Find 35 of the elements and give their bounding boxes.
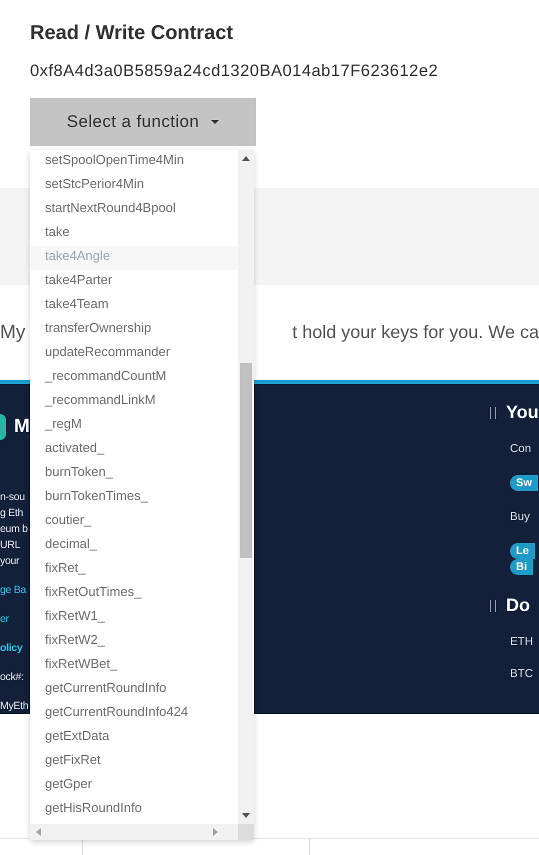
logo-text: M	[14, 416, 30, 438]
footer-text: ETH	[510, 636, 533, 648]
footer-text: MyEth	[0, 699, 28, 714]
footer-text: Buy	[510, 511, 530, 523]
dropdown-option[interactable]: setSpoolOpenTime4Min	[30, 150, 238, 174]
pill-link[interactable]: Sw	[510, 475, 538, 491]
footer-text: BTC	[510, 668, 533, 680]
contract-address: 0xf8A4d3a0B5859a24cd1320BA014ab17F623612e2	[30, 62, 438, 81]
footer-link[interactable]: ge Ba	[0, 582, 26, 598]
logo-icon	[0, 414, 6, 440]
footer-link[interactable]: er	[0, 611, 9, 627]
footer-heading: You	[506, 402, 539, 423]
pill-link[interactable]: Bi	[510, 559, 533, 575]
footer-text: ock#:	[0, 670, 24, 685]
notice-text: My	[0, 322, 26, 344]
contract-title: Read / Write Contract	[30, 22, 233, 45]
footer-text: URL	[0, 538, 20, 553]
scroll-right-icon[interactable]	[213, 828, 218, 836]
footer-heading: Do	[506, 595, 530, 616]
double-bar-icon	[490, 406, 496, 418]
scrollbar-thumb[interactable]	[240, 363, 252, 558]
double-bar-icon	[490, 600, 496, 612]
footer-text: g Eth	[0, 506, 24, 521]
footer-text: Con	[510, 443, 532, 455]
select-function-button[interactable]: Select a function	[30, 98, 256, 146]
footer-text: n-sou	[0, 490, 25, 505]
footer-link[interactable]: olicy	[0, 640, 22, 656]
scroll-left-icon[interactable]	[36, 828, 41, 836]
footer-text: your	[0, 554, 20, 569]
scroll-down-icon[interactable]	[242, 813, 250, 818]
scroll-up-icon[interactable]	[242, 156, 250, 161]
notice-text: t hold your keys for you. We ca	[292, 322, 539, 343]
footer-text: eum b	[0, 522, 28, 537]
pill-link[interactable]: Le	[510, 543, 535, 559]
caret-icon	[211, 120, 220, 124]
